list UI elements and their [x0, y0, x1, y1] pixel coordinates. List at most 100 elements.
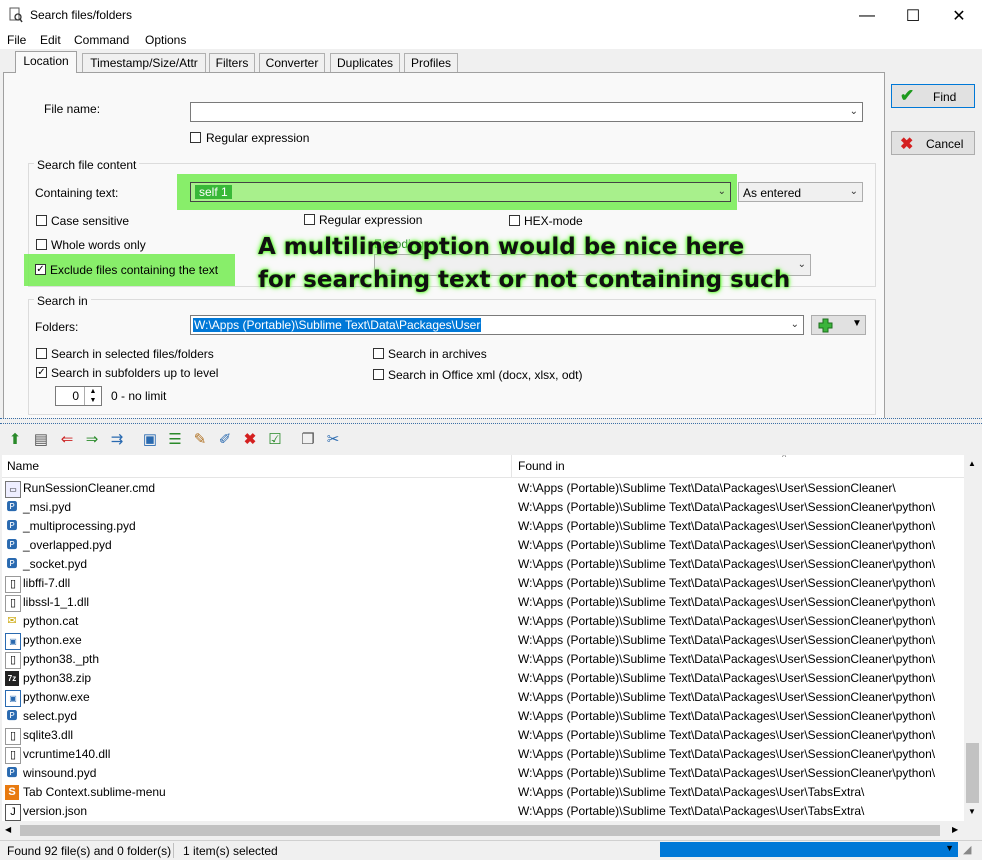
tab-filters[interactable]: Filters — [209, 53, 255, 72]
table-row[interactable]: ▭ RunSessionCleaner.cmd W:\Apps (Portable)… — [2, 479, 964, 498]
column-divider[interactable] — [511, 455, 512, 477]
view-icon[interactable]: ▣ — [140, 429, 160, 449]
table-row[interactable]: 🅿 _socket.pyd W:\Apps (Portable)\Sublime T… — [2, 555, 964, 574]
row-name: winsound.pyd — [23, 766, 97, 780]
horizontal-scrollbar[interactable]: ◀ ▶ — [2, 822, 964, 839]
hex-mode-label: HEX-mode — [524, 214, 583, 228]
column-found-in[interactable]: Found in — [518, 459, 565, 473]
table-row[interactable]: ▯ vcruntime140.dll W:\Apps (Portable)\Subl… — [2, 745, 964, 764]
results-list[interactable]: Name Found in ^ ▭ RunSessionCleaner.cmd W:… — [2, 455, 964, 821]
menu-edit[interactable]: Edit — [40, 33, 61, 47]
maximize-button[interactable]: ☐ — [890, 0, 936, 31]
sublime-file-icon: S — [5, 785, 19, 800]
table-row[interactable]: ✉ python.cat W:\Apps (Portable)\Sublime Te… — [2, 612, 964, 631]
level-spinner[interactable]: 0 ▲ ▼ — [55, 386, 102, 406]
table-row[interactable]: 🅿winsound.pyd W:\Apps (Portable)\Sublime … — [2, 764, 964, 783]
containing-text-value: self 1 — [195, 185, 232, 199]
menu-file[interactable]: File — [7, 33, 26, 47]
hscroll-thumb[interactable] — [20, 825, 940, 836]
results-toolbar: ⬆ ▤ ⇐ ⇒ ⇉ ▣ ☰ ✎ ✐ ✖ ☑ ❐ ✂ — [0, 426, 982, 454]
tab-timestamp[interactable]: Timestamp/Size/Attr — [82, 53, 206, 72]
minimize-button[interactable]: — — [844, 0, 890, 31]
close-button[interactable]: ✕ — [936, 0, 982, 31]
feed-to-list-icon[interactable]: ▤ — [31, 429, 51, 449]
sort-asc-icon: ^ — [782, 455, 787, 462]
spinner-arrows[interactable]: ▲ ▼ — [84, 387, 101, 405]
mode-select[interactable]: As entered ⌄ — [738, 182, 863, 202]
vertical-scrollbar[interactable]: ▲ ▼ — [964, 455, 981, 821]
scroll-right-icon[interactable]: ▶ — [952, 825, 958, 834]
python-file-icon: 🅿 — [6, 501, 18, 513]
filename-regex-label: Regular expression — [206, 131, 310, 145]
table-row[interactable]: ▯ libssl-1_1.dll W:\Apps (Portable)\Sublim… — [2, 593, 964, 612]
row-name: python.exe — [23, 633, 82, 647]
add-folder-button[interactable]: ▼ — [811, 315, 866, 335]
cut-icon[interactable]: ✂ — [323, 429, 343, 449]
resize-grip-icon[interactable]: ◢ — [963, 843, 971, 856]
row-name: pythonw.exe — [23, 690, 90, 704]
scroll-thumb[interactable] — [966, 743, 979, 803]
exclude-files-checkbox[interactable]: ✓ — [35, 264, 46, 275]
filename-regex-checkbox[interactable] — [190, 132, 201, 143]
table-row[interactable]: Jversion.json W:\Apps (Portable)\Sublime … — [2, 802, 964, 821]
copy-icon[interactable]: ❐ — [298, 429, 318, 449]
search-office-checkbox[interactable] — [373, 369, 384, 380]
table-row[interactable]: S Tab Context.sublime-menu W:\Apps (Portab… — [2, 783, 964, 802]
scroll-up-icon[interactable]: ▲ — [968, 459, 976, 468]
view-list-icon[interactable]: ☰ — [165, 429, 185, 449]
exe-file-icon: ▣ — [5, 633, 21, 650]
chevron-down-icon[interactable]: ▼ — [945, 843, 954, 853]
case-sensitive-checkbox[interactable] — [36, 215, 47, 226]
table-row[interactable]: ▯ python38._pth W:\Apps (Portable)\Sublime… — [2, 650, 964, 669]
file-name-combo[interactable]: ⌄ — [190, 102, 863, 122]
content-regex-checkbox[interactable] — [304, 214, 315, 225]
search-selected-checkbox[interactable] — [36, 348, 47, 359]
table-row[interactable]: ▣ python.exe W:\Apps (Portable)\Sublime Te… — [2, 631, 964, 650]
hex-mode-checkbox[interactable] — [509, 215, 520, 226]
search-archives-checkbox[interactable] — [373, 348, 384, 359]
row-found-in: W:\Apps (Portable)\Sublime Text\Data\Pac… — [518, 538, 936, 552]
table-row[interactable]: 🅿 _multiprocessing.pyd W:\Apps (Portable)\… — [2, 517, 964, 536]
status-selected: 1 item(s) selected — [183, 844, 278, 858]
column-name[interactable]: Name — [7, 459, 39, 473]
containing-text-combo[interactable]: self 1 ⌄ — [190, 182, 731, 202]
table-row[interactable]: ▯ libffi-7.dll W:\Apps (Portable)\Sublime … — [2, 574, 964, 593]
move-up-icon[interactable]: ⬆ — [5, 429, 25, 449]
rename-icon[interactable]: ✐ — [215, 429, 235, 449]
folders-combo[interactable]: W:\Apps (Portable)\Sublime Text\Data\Pac… — [190, 315, 804, 335]
tab-converter[interactable]: Converter — [259, 53, 325, 72]
delete-icon[interactable]: ✖ — [240, 429, 260, 449]
level-note: 0 - no limit — [111, 389, 167, 403]
tab-profiles[interactable]: Profiles — [404, 53, 458, 72]
properties-icon[interactable]: ☑ — [265, 429, 285, 449]
table-row[interactable]: ▯ sqlite3.dll W:\Apps (Portable)\Sublime T… — [2, 726, 964, 745]
cancel-button[interactable]: ✖ Cancel — [891, 131, 975, 155]
scroll-left-icon[interactable]: ◀ — [5, 825, 11, 834]
scroll-down-icon[interactable]: ▼ — [968, 807, 976, 816]
tab-duplicates[interactable]: Duplicates — [330, 53, 400, 72]
annotation-line-2: for searching text or not containing suc… — [258, 267, 791, 293]
plus-icon — [818, 318, 833, 333]
whole-words-checkbox[interactable] — [36, 239, 47, 250]
table-row[interactable]: 🅿select.pyd W:\Apps (Portable)\Sublime Te… — [2, 707, 964, 726]
table-row[interactable]: 🅿 _overlapped.pyd W:\Apps (Portable)\Subli… — [2, 536, 964, 555]
python-file-icon: 🅿 — [6, 520, 18, 532]
table-row[interactable]: 7z python38.zip W:\Apps (Portable)\Sublime… — [2, 669, 964, 688]
find-button[interactable]: ✔ Find — [891, 84, 975, 108]
edit-icon[interactable]: ✎ — [190, 429, 210, 449]
table-row[interactable]: ▣ pythonw.exe W:\Apps (Portable)\Sublime T… — [2, 688, 964, 707]
menu-command[interactable]: Command — [74, 33, 129, 47]
row-found-in: W:\Apps (Portable)\Sublime Text\Data\Pac… — [518, 785, 865, 799]
go-to-file-icon[interactable]: ⇐ — [57, 429, 77, 449]
maximize-icon: ☐ — [905, 7, 921, 25]
row-found-in: W:\Apps (Portable)\Sublime Text\Data\Pac… — [518, 481, 896, 495]
status-divider — [173, 843, 174, 858]
copy-to-icon[interactable]: ⇒ — [82, 429, 102, 449]
menu-options[interactable]: Options — [145, 33, 186, 47]
search-subfolders-checkbox[interactable]: ✓ — [36, 367, 47, 378]
find-label: Find — [933, 90, 957, 104]
move-to-icon[interactable]: ⇉ — [107, 429, 127, 449]
panel-splitter[interactable] — [0, 418, 982, 424]
table-row[interactable]: 🅿 _msi.pyd W:\Apps (Portable)\Sublime Text… — [2, 498, 964, 517]
tab-location[interactable]: Location — [15, 51, 77, 73]
